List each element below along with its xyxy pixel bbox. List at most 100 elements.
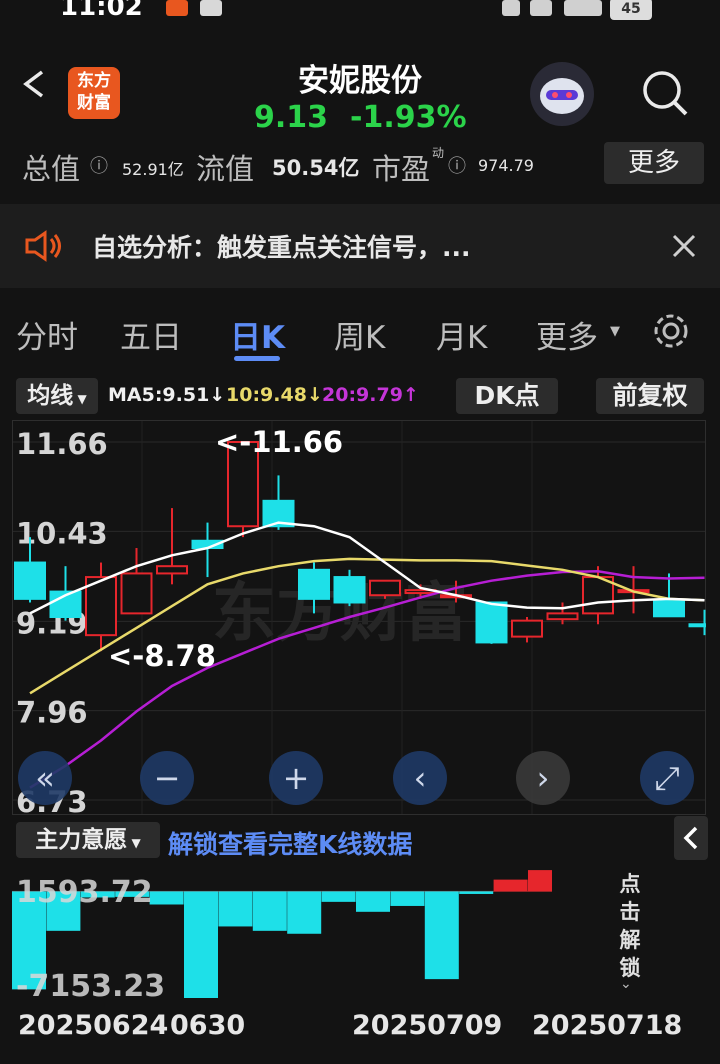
date-label: 20250709 bbox=[352, 1010, 503, 1041]
settings-gear-icon[interactable] bbox=[650, 310, 692, 352]
control-icon: + bbox=[283, 759, 310, 797]
chart-control-button[interactable]: − bbox=[140, 751, 194, 805]
sub-bar bbox=[252, 891, 287, 931]
control-icon: › bbox=[537, 759, 550, 797]
pe-value: 974.79 bbox=[478, 156, 534, 175]
sub-y-max: 1593.72 bbox=[16, 875, 153, 910]
info-icon[interactable]: ⓘ bbox=[90, 152, 108, 178]
mute-icon bbox=[502, 0, 520, 16]
float-value: 50.54亿 bbox=[272, 156, 360, 180]
candle-body bbox=[14, 561, 46, 600]
date-label: 0630 bbox=[170, 1010, 246, 1041]
indicator-label: 均线 bbox=[27, 383, 74, 409]
search-icon[interactable] bbox=[640, 68, 690, 118]
dk-point-button[interactable]: DK点 bbox=[456, 378, 558, 414]
side-char: 击 bbox=[619, 900, 641, 924]
ma5-value: MA5:9.51↓ bbox=[108, 384, 226, 406]
battery-icon: 45 bbox=[610, 0, 652, 20]
sub-y-min: -7153.23 bbox=[16, 969, 165, 998]
indicator-select[interactable]: 均线 ▼ bbox=[16, 378, 98, 414]
sub-bar bbox=[528, 870, 552, 892]
active-tab-indicator bbox=[234, 356, 280, 361]
chevron-down-icon: ▼ bbox=[610, 324, 620, 339]
control-icon: « bbox=[35, 759, 55, 797]
metrics-row: 总值 ⓘ 52.91亿 流值 50.54亿 市盈 动 ⓘ 974.79 更多 bbox=[0, 142, 720, 188]
sub-bar bbox=[424, 891, 459, 980]
candle-body bbox=[546, 612, 579, 621]
hd-icon bbox=[530, 0, 552, 16]
control-icon: ⤢ bbox=[654, 759, 680, 797]
date-label: 20250624 bbox=[18, 1010, 169, 1041]
candle-body bbox=[333, 576, 366, 604]
stock-price: 9.13 bbox=[254, 100, 329, 135]
sub-bar bbox=[149, 891, 184, 905]
candle-body bbox=[688, 623, 706, 628]
app-notification-icon bbox=[166, 0, 188, 16]
y-tick-label: 7.96 bbox=[16, 696, 88, 730]
stock-change-pct: -1.93% bbox=[350, 100, 467, 135]
tab-daily-k[interactable]: 日K bbox=[230, 312, 285, 357]
tab-intraday[interactable]: 分时 bbox=[16, 312, 78, 357]
period-tabs: 分时 五日 日K 周K 月K 更多 ▼ bbox=[0, 290, 720, 370]
sub-indicator-label: 主力意愿 bbox=[35, 827, 128, 853]
candle-body bbox=[511, 619, 543, 638]
adjust-label: 前复权 bbox=[612, 381, 688, 410]
tab-monthly-k[interactable]: 月K bbox=[436, 312, 487, 357]
assistant-avatar-icon[interactable] bbox=[530, 62, 594, 126]
candle-body bbox=[369, 579, 401, 597]
info-icon[interactable]: ⓘ bbox=[448, 152, 466, 178]
chart-control-button[interactable]: ⤢ bbox=[640, 751, 694, 805]
date-axis: 20250624 0630 20250709 20250718 bbox=[0, 1010, 720, 1054]
chevron-left-icon bbox=[683, 826, 698, 850]
sub-bar bbox=[459, 891, 494, 894]
sub-bar bbox=[184, 891, 218, 998]
close-icon[interactable] bbox=[672, 234, 696, 258]
pe-sup: 动 bbox=[432, 146, 445, 160]
candle-body bbox=[156, 565, 188, 575]
high-annotation: <-11.66 bbox=[215, 425, 343, 459]
candle-body bbox=[298, 568, 330, 600]
candle-body bbox=[653, 599, 685, 618]
collapse-button[interactable] bbox=[674, 816, 708, 860]
sub-bar bbox=[287, 891, 322, 934]
sub-indicator-select[interactable]: 主力意愿 ▼ bbox=[16, 822, 160, 858]
chart-toolbar: 均线 ▼ MA5:9.51↓ 10:9.48↓ 20:9.79↑ DK点 前复权 bbox=[0, 376, 720, 420]
candle-body bbox=[120, 572, 153, 615]
chart-control-button[interactable]: « bbox=[18, 751, 72, 805]
chart-control-button[interactable]: + bbox=[269, 751, 323, 805]
notice-bar[interactable]: 自选分析：触发重点关注信号，... bbox=[0, 204, 720, 288]
unlock-link[interactable]: 解锁查看完整K线数据 bbox=[168, 825, 412, 861]
dk-point-label: DK点 bbox=[474, 381, 540, 410]
side-char: 点 bbox=[619, 872, 641, 896]
tab-weekly-k[interactable]: 周K bbox=[334, 312, 385, 357]
app-notification-icon-2 bbox=[200, 0, 222, 16]
candle-body bbox=[475, 601, 508, 644]
y-tick-label: 11.66 bbox=[16, 427, 108, 461]
speaker-icon bbox=[25, 230, 61, 262]
chart-control-button[interactable]: › bbox=[516, 751, 570, 805]
chart-control-button[interactable]: ‹ bbox=[393, 751, 447, 805]
notice-text: 自选分析：触发重点关注信号，... bbox=[92, 233, 471, 262]
more-metrics-button[interactable]: 更多 bbox=[604, 142, 704, 184]
adjust-select[interactable]: 前复权 bbox=[596, 378, 704, 414]
total-value: 52.91亿 bbox=[122, 160, 184, 179]
float-value-label: 流值 bbox=[196, 152, 255, 186]
signal-icon bbox=[564, 0, 602, 16]
control-icon: ‹ bbox=[414, 759, 427, 797]
tab-more[interactable]: 更多 bbox=[536, 312, 598, 357]
unlock-side-text: 点击解锁 bbox=[614, 870, 646, 982]
stock-name: 安妮股份 bbox=[298, 63, 422, 99]
sub-bar bbox=[218, 891, 253, 927]
chevron-down-icon: ⌄ bbox=[620, 976, 632, 992]
main-force-chart[interactable]: 1593.72 -7153.23 bbox=[12, 864, 552, 998]
unlock-side-panel[interactable]: 点击解锁 ⌄ bbox=[554, 864, 706, 998]
low-annotation: <-8.78 bbox=[108, 639, 216, 673]
status-bar: 11:02 45 bbox=[0, 0, 720, 22]
sub-chart-toolbar: 主力意愿 ▼ 解锁查看完整K线数据 bbox=[0, 816, 720, 862]
ma20-value: 20:9.79↑ bbox=[322, 384, 419, 406]
candlestick-chart[interactable]: 东方财富 11.6610.439.197.966.73 <-11.66 <-8.… bbox=[12, 420, 706, 815]
pe-label: 市盈 bbox=[372, 152, 431, 186]
sub-bar bbox=[493, 879, 528, 892]
tab-five-day[interactable]: 五日 bbox=[120, 312, 182, 357]
sub-bar bbox=[390, 891, 425, 906]
